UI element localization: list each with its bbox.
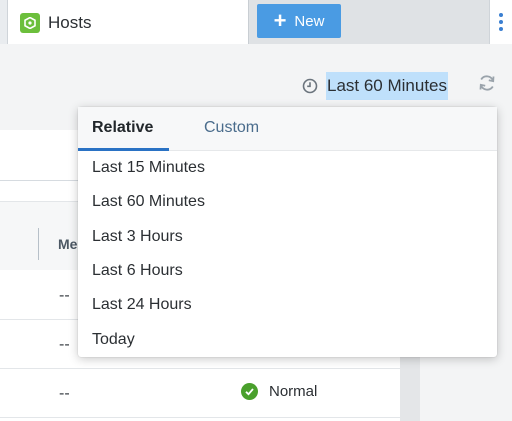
status-label: Normal <box>269 383 318 400</box>
check-circle-icon <box>241 383 258 400</box>
tab-custom[interactable]: Custom <box>204 119 259 137</box>
table-row[interactable]: -- Normal <box>0 369 400 418</box>
option-last-15-minutes[interactable]: Last 15 Minutes <box>92 159 205 177</box>
tab-hosts[interactable]: Hosts <box>8 0 249 45</box>
cell-value: -- <box>59 287 70 304</box>
kebab-icon <box>499 13 503 31</box>
time-range-select[interactable]: Last 60 Minutes <box>326 72 448 100</box>
cell-value: -- <box>59 385 70 402</box>
tab-relative[interactable]: Relative <box>92 119 153 137</box>
active-tab-indicator <box>78 148 169 151</box>
option-last-24-hours[interactable]: Last 24 Hours <box>92 296 192 314</box>
refresh-icon[interactable] <box>477 73 497 98</box>
column-header[interactable]: Me <box>58 236 77 252</box>
more-menu-button[interactable] <box>489 0 512 44</box>
new-button-label: New <box>294 12 325 30</box>
option-last-60-minutes[interactable]: Last 60 Minutes <box>92 193 205 211</box>
option-today[interactable]: Today <box>92 331 135 349</box>
hosts-icon <box>20 12 40 33</box>
clock-icon <box>302 78 318 99</box>
plus-icon: + <box>273 8 287 33</box>
tab-bar: Hosts + New <box>0 0 512 45</box>
dropdown-tabs: Relative Custom <box>78 107 497 151</box>
tab-edge <box>0 0 8 44</box>
option-last-6-hours[interactable]: Last 6 Hours <box>92 262 183 280</box>
new-button[interactable]: + New <box>257 4 341 38</box>
status-badge: Normal <box>241 383 317 400</box>
column-separator[interactable] <box>38 228 39 260</box>
tab-label: Hosts <box>48 12 92 32</box>
cell-value: -- <box>59 336 70 353</box>
time-range-dropdown: Relative Custom Last 15 Minutes Last 60 … <box>78 107 497 357</box>
option-last-3-hours[interactable]: Last 3 Hours <box>92 228 183 246</box>
